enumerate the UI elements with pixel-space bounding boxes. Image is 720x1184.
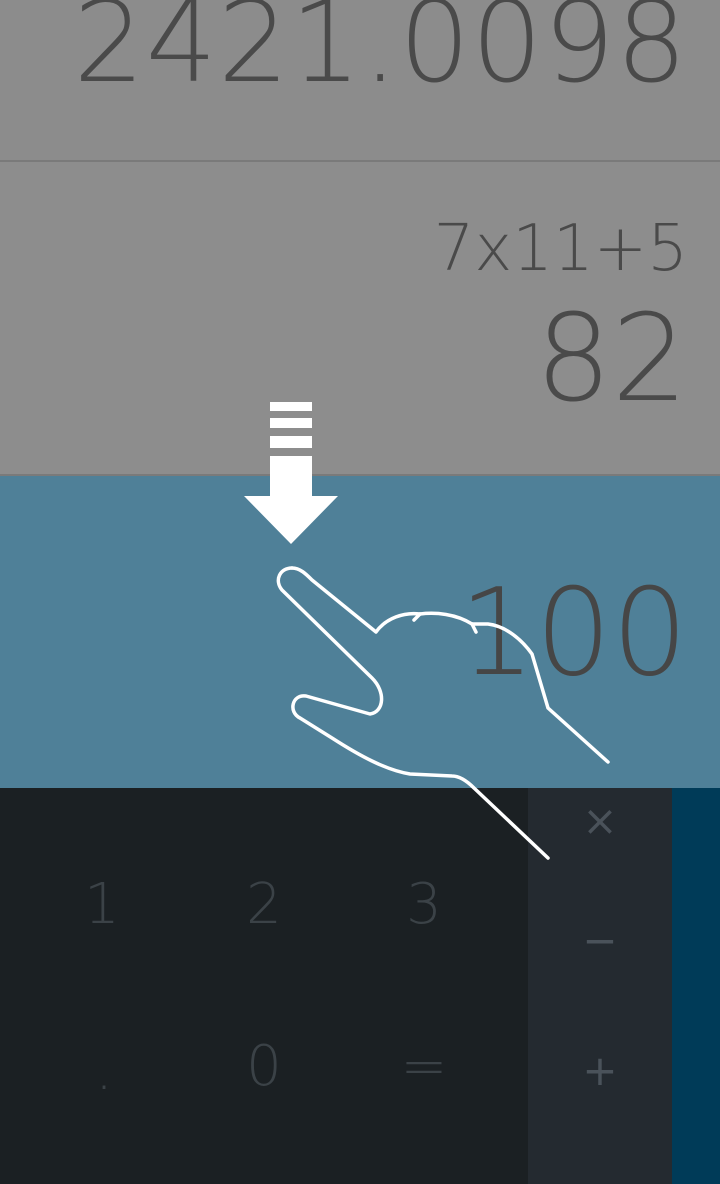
key-decimal[interactable]: . (24, 1010, 184, 1130)
operator-panel: × − + (528, 788, 672, 1184)
advanced-panel-edge[interactable] (672, 788, 720, 1184)
key-0[interactable]: 0 (184, 1006, 344, 1126)
key-equals[interactable]: = (344, 1006, 504, 1126)
key-2[interactable]: 2 (184, 844, 344, 964)
key-3[interactable]: 3 (344, 844, 504, 964)
history-result: 82 (535, 290, 688, 429)
display-current-value: 100 (458, 564, 688, 703)
key-minus[interactable]: − (528, 890, 672, 990)
history-expression: 7x11+5 (433, 212, 688, 286)
key-multiply[interactable]: × (528, 770, 672, 870)
history-entry[interactable]: 7x11+5 82 (0, 162, 720, 476)
key-plus[interactable]: + (528, 1020, 672, 1120)
history-top-value: 2421.0098 (73, 0, 688, 108)
numpad: 1 2 3 . 0 = (0, 788, 528, 1184)
calculator-display[interactable]: 100 (0, 476, 720, 788)
history-previous-result: 2421.0098 (0, 0, 720, 162)
key-1[interactable]: 1 (22, 844, 182, 964)
